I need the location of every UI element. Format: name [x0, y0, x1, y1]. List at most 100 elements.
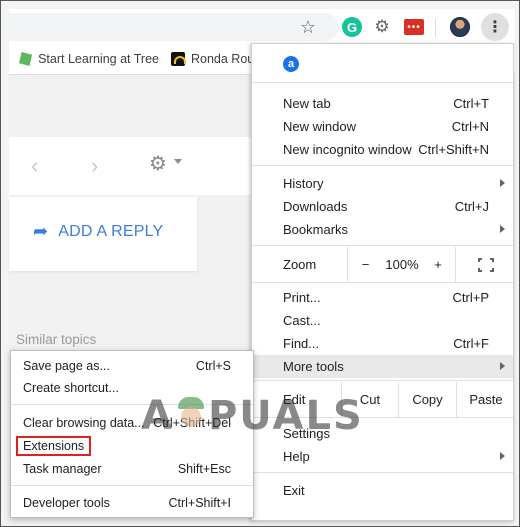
- menu-item-label: Print...: [283, 290, 321, 305]
- menu-item-new-window[interactable]: New window Ctrl+N: [252, 115, 513, 138]
- menu-item-settings[interactable]: Settings: [252, 422, 513, 445]
- menu-item-new-incognito[interactable]: New incognito window Ctrl+Shift+N: [252, 138, 513, 161]
- bookmark-treehouse[interactable]: Start Learning at Tree: [19, 52, 159, 66]
- cut-button[interactable]: Cut: [341, 382, 398, 417]
- submenu-arrow-icon: [500, 362, 505, 370]
- extension-gear-icon[interactable]: ⚙: [371, 16, 393, 38]
- submenu-item-label: Save page as...: [23, 359, 110, 373]
- menu-item-print[interactable]: Print... Ctrl+P: [252, 286, 513, 309]
- submenu-item-label: Create shortcut...: [23, 381, 119, 395]
- menu-item-label: Exit: [283, 483, 305, 498]
- menu-item-shortcut: Ctrl+N: [451, 119, 489, 134]
- copy-label: Copy: [412, 392, 443, 407]
- menu-item-label: Downloads: [283, 199, 348, 214]
- menu-item-shortcut: Ctrl+J: [454, 199, 489, 214]
- cut-label: Cut: [359, 392, 381, 407]
- menu-item-help[interactable]: Help: [252, 445, 513, 468]
- reply-card: ➦ ADD A REPLY: [9, 197, 197, 271]
- menu-item-cast[interactable]: Cast...: [252, 309, 513, 332]
- amazon-extension-icon[interactable]: a: [283, 56, 299, 72]
- address-bar[interactable]: [9, 13, 339, 41]
- bookmark-star-icon[interactable]: ☆: [297, 16, 319, 38]
- chevron-right-icon[interactable]: ›: [91, 153, 98, 179]
- menu-item-label: New window: [283, 119, 356, 134]
- menu-item-label: Bookmarks: [283, 222, 349, 237]
- menu-divider: [252, 380, 513, 381]
- submenu-item-label: Clear browsing data...: [23, 416, 145, 430]
- more-tools-submenu: Save page as... Ctrl+S Create shortcut...…: [10, 350, 254, 518]
- menu-item-label: More tools: [283, 359, 344, 374]
- menu-item-bookmarks[interactable]: Bookmarks: [252, 218, 513, 241]
- menu-divider: [252, 82, 513, 83]
- menu-item-label: Settings: [283, 426, 330, 441]
- menu-item-label: Find...: [283, 336, 320, 351]
- menu-item-new-tab[interactable]: New tab Ctrl+T: [252, 92, 513, 115]
- zoom-value: 100%: [385, 257, 419, 272]
- submenu-item-shortcut: Ctrl+Shift+Del: [153, 416, 231, 430]
- submenu-item-extensions[interactable]: Extensions: [11, 435, 253, 457]
- bookmark-label: Start Learning at Tree: [38, 52, 159, 66]
- bookmark-ronda[interactable]: Ronda Rou: [171, 52, 261, 66]
- submenu-arrow-icon: [500, 452, 505, 460]
- add-reply-label: ADD A REPLY: [58, 222, 164, 240]
- menu-item-history[interactable]: History: [252, 172, 513, 195]
- red-extension-glyph: •••: [404, 19, 424, 35]
- kebab-menu-icon[interactable]: ⋮: [481, 13, 509, 41]
- zoom-minus-label: −: [361, 257, 370, 272]
- paste-button[interactable]: Paste: [456, 382, 515, 417]
- copy-button[interactable]: Copy: [398, 382, 456, 417]
- menu-item-label: History: [283, 176, 324, 191]
- edit-row: Edit Cut Copy Paste: [252, 382, 513, 417]
- menu-divider: [252, 472, 513, 473]
- submenu-arrow-icon: [500, 225, 505, 233]
- toolbar-divider: [435, 19, 436, 37]
- submenu-arrow-icon: [500, 179, 505, 187]
- menu-item-more-tools[interactable]: More tools: [252, 355, 513, 378]
- topic-nav-strip: ‹ › ⚙: [9, 137, 259, 195]
- chevron-left-icon[interactable]: ‹: [31, 153, 38, 179]
- menu-item-label: Cast...: [283, 313, 321, 328]
- zoom-level: 100%: [383, 247, 421, 282]
- menu-divider: [252, 282, 513, 283]
- red-extension-icon[interactable]: •••: [403, 16, 425, 38]
- submenu-divider: [11, 485, 253, 486]
- zoom-label: Zoom: [283, 257, 317, 272]
- submenu-item-task-manager[interactable]: Task manager Shift+Esc: [11, 458, 253, 480]
- reply-arrow-icon: ➦: [33, 221, 49, 241]
- grammarly-extension-icon[interactable]: G: [341, 16, 363, 38]
- zoom-in-button[interactable]: +: [421, 247, 455, 282]
- treehouse-icon: [19, 52, 33, 66]
- submenu-item-clear-browsing-data[interactable]: Clear browsing data... Ctrl+Shift+Del: [11, 412, 253, 434]
- submenu-item-save-page[interactable]: Save page as... Ctrl+S: [11, 355, 253, 377]
- settings-gear-icon[interactable]: ⚙: [149, 151, 167, 176]
- similar-topics-heading: Similar topics: [16, 332, 97, 347]
- submenu-item-label: Task manager: [23, 462, 102, 476]
- submenu-item-shortcut: Ctrl+S: [195, 359, 231, 373]
- profile-avatar[interactable]: [449, 16, 471, 38]
- ronda-icon: [171, 52, 186, 66]
- menu-divider: [252, 245, 513, 246]
- menu-item-shortcut: Ctrl+T: [453, 96, 489, 111]
- bookmark-label: Ronda Rou: [191, 52, 255, 66]
- submenu-item-shortcut: Shift+Esc: [177, 462, 231, 476]
- menu-divider: [252, 165, 513, 166]
- add-reply-button[interactable]: ➦ ADD A REPLY: [33, 221, 163, 242]
- menu-item-label: Help: [283, 449, 310, 464]
- submenu-item-developer-tools[interactable]: Developer tools Ctrl+Shift+I: [11, 492, 253, 514]
- menu-item-downloads[interactable]: Downloads Ctrl+J: [252, 195, 513, 218]
- caret-down-icon[interactable]: [174, 159, 182, 164]
- menu-item-label: New tab: [283, 96, 331, 111]
- submenu-item-create-shortcut[interactable]: Create shortcut...: [11, 377, 253, 399]
- fullscreen-button[interactable]: [455, 247, 515, 282]
- submenu-item-shortcut: Ctrl+Shift+I: [168, 496, 231, 510]
- menu-item-shortcut: Ctrl+F: [453, 336, 489, 351]
- menu-item-shortcut: Ctrl+P: [452, 290, 489, 305]
- zoom-row: Zoom − 100% +: [252, 247, 513, 282]
- menu-divider: [252, 417, 513, 418]
- menu-item-exit[interactable]: Exit: [252, 479, 513, 502]
- zoom-out-button[interactable]: −: [347, 247, 383, 282]
- browser-toolbar: ☆ G ⚙ ••• ⋮: [9, 9, 515, 45]
- menu-item-shortcut: Ctrl+Shift+N: [418, 142, 489, 157]
- menu-item-find[interactable]: Find... Ctrl+F: [252, 332, 513, 355]
- grammarly-letter: G: [342, 17, 362, 37]
